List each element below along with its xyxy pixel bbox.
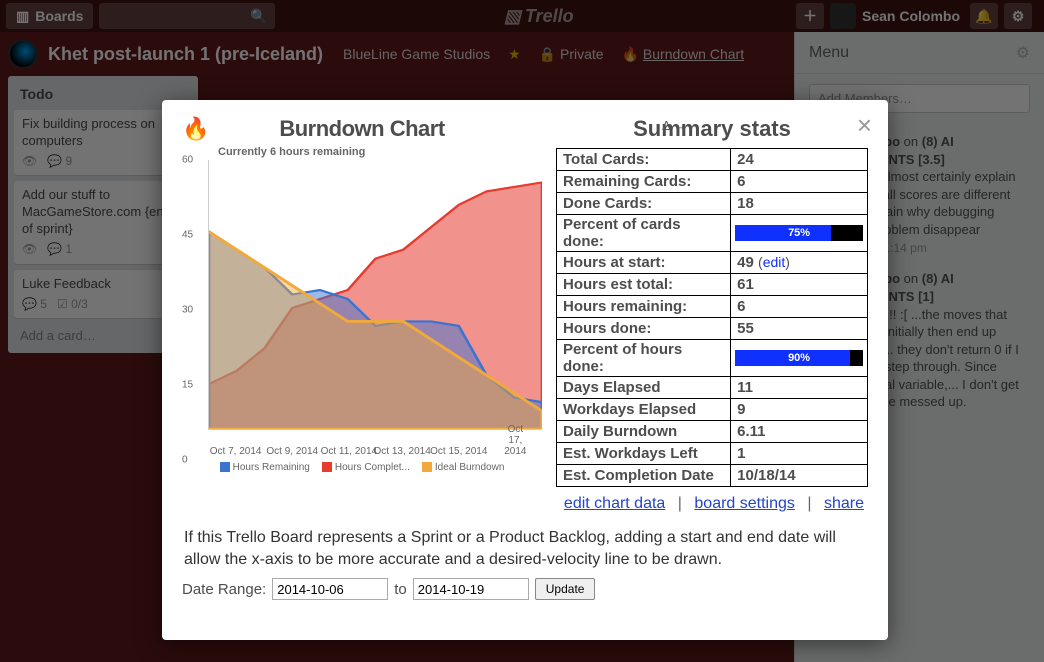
table-row: Est. Completion Date10/18/14	[557, 465, 868, 487]
table-row: Hours done:55	[557, 318, 868, 340]
close-icon[interactable]: ×	[857, 110, 872, 141]
stats-table: Total Cards:24Remaining Cards:6Done Card…	[556, 148, 868, 487]
chart-svg	[209, 160, 542, 429]
stat-key: Hours done:	[557, 318, 731, 340]
x-tick: Oct 17, 2014	[502, 424, 529, 457]
table-row: Percent of hours done:90%	[557, 340, 868, 377]
table-row: Hours est total:61	[557, 274, 868, 296]
table-row: Workdays Elapsed9	[557, 399, 868, 421]
stat-key: Hours remaining:	[557, 296, 731, 318]
stat-key: Workdays Elapsed	[557, 399, 731, 421]
progress-bar: 90%	[735, 350, 863, 366]
table-row: Daily Burndown6.11	[557, 421, 868, 443]
to-label: to	[394, 581, 407, 598]
table-row: Days Elapsed11	[557, 377, 868, 399]
chart-subtitle: Currently 6 hours remaining	[218, 146, 542, 158]
stat-key: Est. Workdays Left	[557, 443, 731, 465]
x-tick: Oct 13, 2014	[373, 446, 430, 457]
stat-key: Hours est total:	[557, 274, 731, 296]
stat-key: Daily Burndown	[557, 421, 731, 443]
stat-key: Done Cards:	[557, 193, 731, 215]
y-tick: 0	[182, 455, 188, 466]
stats-column: Summary stats Total Cards:24Remaining Ca…	[556, 116, 868, 513]
x-tick: Oct 15, 2014	[430, 446, 487, 457]
table-row: Hours remaining:6	[557, 296, 868, 318]
stat-value: 75%	[731, 215, 868, 252]
stat-key: Percent of hours done:	[557, 340, 731, 377]
modal-description: If this Trello Board represents a Sprint…	[184, 527, 866, 570]
chart-column: Burndown Chart Currently 6 hours remaini…	[182, 116, 542, 513]
y-tick: 45	[182, 230, 193, 241]
x-tick: Oct 7, 2014	[210, 446, 262, 457]
flame-icon: 🔥	[182, 116, 209, 142]
stat-value: 9	[731, 399, 868, 421]
progress-bar: 75%	[735, 225, 863, 241]
share-link[interactable]: share	[824, 495, 864, 512]
burndown-modal: 🔥 × Δ → Burndown Chart Currently 6 hours…	[162, 100, 888, 640]
update-button[interactable]: Update	[535, 578, 596, 600]
table-row: Total Cards:24	[557, 149, 868, 171]
stat-key: Days Elapsed	[557, 377, 731, 399]
stat-key: Percent of cards done:	[557, 215, 731, 252]
start-date-input[interactable]	[272, 578, 388, 600]
stat-value: 1	[731, 443, 868, 465]
date-range-row: Date Range: to Update	[182, 578, 868, 600]
stat-value: 24	[731, 149, 868, 171]
table-row: Percent of cards done:75%	[557, 215, 868, 252]
stat-value: 49 (edit)	[731, 252, 868, 274]
stat-value: 18	[731, 193, 868, 215]
delta-toggle[interactable]: Δ →	[662, 118, 687, 133]
stat-value: 11	[731, 377, 868, 399]
table-row: Hours at start:49 (edit)	[557, 252, 868, 274]
date-range-label: Date Range:	[182, 581, 266, 598]
table-row: Done Cards:18	[557, 193, 868, 215]
modal-links: edit chart data | board settings | share	[556, 495, 864, 513]
y-tick: 15	[182, 380, 193, 391]
y-tick: 60	[182, 155, 193, 166]
end-date-input[interactable]	[413, 578, 529, 600]
table-row: Remaining Cards:6	[557, 171, 868, 193]
stat-key: Est. Completion Date	[557, 465, 731, 487]
chart-area: 0 15 30 45 60 Oct 7, 2014 Oc	[182, 160, 542, 460]
stat-key: Hours at start:	[557, 252, 731, 274]
stat-key: Remaining Cards:	[557, 171, 731, 193]
stat-value: 6	[731, 296, 868, 318]
stat-value: 6	[731, 171, 868, 193]
x-tick: Oct 9, 2014	[266, 446, 318, 457]
stat-value: 90%	[731, 340, 868, 377]
chart-legend: Hours Remaining Hours Complet... Ideal B…	[182, 462, 542, 473]
stat-value: 55	[731, 318, 868, 340]
board-settings-link[interactable]: board settings	[694, 495, 795, 512]
summary-title: Summary stats	[556, 116, 868, 142]
edit-chart-link[interactable]: edit chart data	[564, 495, 665, 512]
y-tick: 30	[182, 305, 193, 316]
stat-value: 61	[731, 274, 868, 296]
stat-value: 10/18/14	[731, 465, 868, 487]
table-row: Est. Workdays Left1	[557, 443, 868, 465]
x-tick: Oct 11, 2014	[321, 446, 378, 457]
stat-value: 6.11	[731, 421, 868, 443]
edit-link[interactable]: edit	[763, 254, 786, 270]
chart-title: Burndown Chart	[182, 116, 542, 142]
stat-key: Total Cards:	[557, 149, 731, 171]
